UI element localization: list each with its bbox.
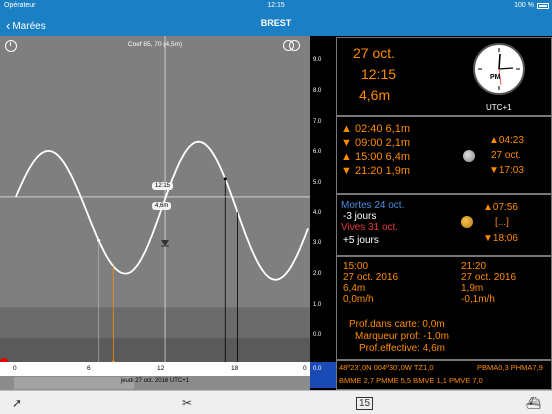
battery-icon [537, 3, 549, 9]
analog-clock-icon: PM [473, 43, 525, 95]
date-bar[interactable]: jeudi 27 oct. 2016 UTC+1 [0, 376, 310, 390]
tide-chart-svg [0, 36, 310, 362]
x-tick: 0 [303, 365, 307, 372]
clock-icon[interactable] [5, 40, 17, 52]
navigation-bar: ‹ Marées BREST [0, 12, 552, 36]
y-tick: 9.0 [313, 57, 322, 63]
y-tick: 7.0 [313, 119, 322, 125]
left-date: 27 oct. 2016 [343, 272, 399, 283]
footer-coords: 48º23',0N 004º30',0W TZ1,0 [339, 363, 434, 372]
tide-arrow: ▼ [341, 137, 352, 149]
summary-time: 12:15 [361, 66, 397, 82]
footer-stats: BMME 2,7 PMME 5,5 BMVE 1,1 PMVE 7,0 [339, 376, 483, 385]
depth-box[interactable]: 0.0 [310, 362, 337, 388]
app-root: Opérateur 12:15 100 % ‹ Marées BREST Coef… [0, 0, 552, 414]
x-tick: 6 [87, 365, 91, 372]
clock-ampm: PM [490, 74, 501, 81]
tide-row: ▲ 15:00 6,4m [341, 151, 410, 163]
x-tick: 18 [231, 365, 239, 372]
status-bar: Opérateur 12:15 100 % [0, 0, 552, 12]
left-height: 6,4m [343, 283, 366, 294]
calendar-icon[interactable]: 15 [356, 397, 374, 410]
back-label: Marées [12, 21, 46, 32]
right-rate: -0,1m/h [461, 294, 495, 305]
tide-text: 02:40 6,1m [354, 123, 410, 135]
neap-tide-label: Mortes 24 oct. [341, 200, 405, 211]
moonset-time: ▼17:03 [489, 165, 524, 176]
y-tick: 8.0 [313, 88, 322, 94]
page-title: BREST [260, 18, 292, 28]
footer-pbma: PBMA0,3 PHMA7,9 [477, 363, 543, 372]
tide-row: ▼ 21:20 1,9m [341, 165, 410, 177]
summary-height: 4,6m [359, 87, 391, 103]
sunrise-time: ▲07:56 [483, 202, 518, 213]
current-summary-panel: 27 oct. 12:15 4,6m PM UTC+1 [336, 37, 552, 116]
bottom-toolbar: ➚ ✂ 15 ⛴ [0, 390, 552, 414]
left-time: 15:00 [343, 261, 369, 272]
scissors-icon[interactable]: ✂ [182, 396, 192, 410]
boat-icon[interactable]: ⛴ [526, 396, 541, 410]
moonrise-time: ▲04:23 [489, 135, 524, 146]
x-tick: 12 [157, 365, 165, 372]
battery-percent: 100 % [514, 2, 534, 9]
cursor-time-label: 12:15 [152, 182, 174, 190]
shallow-band [0, 307, 310, 338]
sunset-time: ▼18:06 [483, 233, 518, 244]
tide-arrow: ▲ [341, 123, 352, 135]
coefficient-panel: Mortes 24 oct. -3 jours Vives 31 oct. +5… [336, 194, 552, 256]
cursor-height-label: 4,6m [152, 202, 172, 210]
back-button[interactable]: ‹ Marées [6, 17, 46, 33]
summary-date: 27 oct. [353, 45, 396, 61]
chart-date-label: jeudi 27 oct. 2016 UTC+1 [120, 378, 190, 384]
right-date: 27 oct. 2016 [461, 272, 517, 283]
compass-icon[interactable]: ➚ [12, 396, 22, 410]
right-height: 1,9m [461, 283, 484, 294]
times-panel: 15:00 27 oct. 2016 6,4m 0,0m/h 21:20 27 … [336, 256, 552, 360]
tide-text: 21:20 1,9m [354, 165, 410, 177]
spring-days: +5 jours [343, 235, 379, 246]
left-rate: 0,0m/h [343, 294, 374, 305]
curve-point [223, 177, 227, 181]
status-time: 12:15 [267, 2, 285, 9]
footer-panel: 48º23',0N 004º30',0W TZ1,0 PBMA0,3 PHMA7… [336, 360, 552, 390]
coefficient-label: Coef 65, 70 (4,5m) [127, 41, 183, 48]
rings-icon[interactable] [283, 40, 301, 52]
tides-panel: ▲ 02:40 6,1m ▼ 09:00 2,1m ▲ 15:00 6,4m ▼… [336, 116, 552, 194]
tide-text: 09:00 2,1m [354, 137, 410, 149]
timezone-label: UTC+1 [486, 103, 512, 112]
chevron-left-icon: ‹ [6, 18, 11, 33]
depth-effective: Prof.effective: 4,6m [359, 343, 445, 354]
y-tick: 3.0 [313, 240, 322, 246]
neap-days: -3 jours [343, 211, 377, 222]
spring-tide-label: Vives 31 oct. [341, 222, 399, 233]
y-tick: 1.0 [313, 302, 322, 308]
tide-row: ▲ 02:40 6,1m [341, 123, 410, 135]
tide-arrow: ▲ [341, 151, 352, 163]
y-tick: 4.0 [313, 210, 322, 216]
sun-mid: [...] [495, 217, 509, 228]
tide-arrow: ▼ [341, 165, 352, 177]
moon-date: 27 oct. [491, 150, 522, 161]
depth-marker: Marqueur prof: -1,0m [355, 331, 449, 342]
y-tick: 2.0 [313, 271, 322, 277]
y-tick: 5.0 [313, 180, 322, 186]
tide-row: ▼ 09:00 2,1m [341, 137, 410, 149]
full-moon-icon [463, 150, 475, 162]
below-zero-band [0, 338, 310, 362]
y-tick: 6.0 [313, 149, 322, 155]
x-tick: 0 [13, 365, 17, 372]
right-time: 21:20 [461, 261, 487, 272]
x-axis: 0 6 12 18 0 [0, 362, 310, 376]
depth-chart: Prof.dans carte: 0,0m [349, 319, 445, 330]
tide-chart[interactable]: Coef 65, 70 (4,5m) 12:15 4,6m 0 6 12 18 … [0, 36, 310, 390]
tide-text: 15:00 6,4m [354, 151, 410, 163]
sun-icon [461, 216, 473, 228]
curve-point [97, 239, 101, 243]
y-tick: 0.0 [313, 332, 322, 338]
